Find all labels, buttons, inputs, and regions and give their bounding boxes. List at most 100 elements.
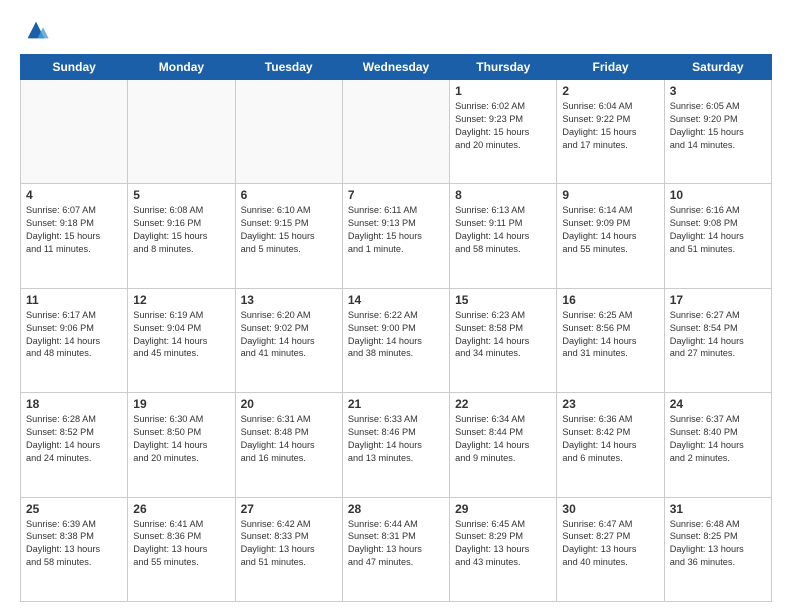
calendar-cell: 3 Sunrise: 6:05 AM Sunset: 9:20 PM Daylig… [664, 80, 771, 184]
calendar-cell: 20 Sunrise: 6:31 AM Sunset: 8:48 PM Dayli… [235, 393, 342, 497]
day-info: Sunrise: 6:14 AM Sunset: 9:09 PM Dayligh… [562, 204, 658, 256]
logo [20, 16, 50, 44]
day-info: Sunrise: 6:13 AM Sunset: 9:11 PM Dayligh… [455, 204, 551, 256]
calendar-week-row: 4 Sunrise: 6:07 AM Sunset: 9:18 PM Daylig… [21, 184, 772, 288]
calendar-cell: 21 Sunrise: 6:33 AM Sunset: 8:46 PM Dayli… [342, 393, 449, 497]
day-number: 13 [241, 293, 337, 307]
day-number: 29 [455, 502, 551, 516]
day-number: 11 [26, 293, 122, 307]
day-info: Sunrise: 6:27 AM Sunset: 8:54 PM Dayligh… [670, 309, 766, 361]
day-number: 3 [670, 84, 766, 98]
calendar-cell: 15 Sunrise: 6:23 AM Sunset: 8:58 PM Dayli… [450, 288, 557, 392]
day-info: Sunrise: 6:34 AM Sunset: 8:44 PM Dayligh… [455, 413, 551, 465]
calendar-table: SundayMondayTuesdayWednesdayThursdayFrid… [20, 54, 772, 602]
calendar-cell: 13 Sunrise: 6:20 AM Sunset: 9:02 PM Dayli… [235, 288, 342, 392]
day-number: 9 [562, 188, 658, 202]
calendar-cell: 19 Sunrise: 6:30 AM Sunset: 8:50 PM Dayli… [128, 393, 235, 497]
calendar-cell: 6 Sunrise: 6:10 AM Sunset: 9:15 PM Daylig… [235, 184, 342, 288]
calendar-cell: 31 Sunrise: 6:48 AM Sunset: 8:25 PM Dayli… [664, 497, 771, 601]
calendar-cell: 9 Sunrise: 6:14 AM Sunset: 9:09 PM Daylig… [557, 184, 664, 288]
day-number: 26 [133, 502, 229, 516]
calendar-cell: 16Sunrise: 6:25 AM Sunset: 8:56 PM Dayli… [557, 288, 664, 392]
calendar-cell [21, 80, 128, 184]
calendar-week-row: 11Sunrise: 6:17 AM Sunset: 9:06 PM Dayli… [21, 288, 772, 392]
day-info: Sunrise: 6:30 AM Sunset: 8:50 PM Dayligh… [133, 413, 229, 465]
day-number: 27 [241, 502, 337, 516]
calendar-cell: 2 Sunrise: 6:04 AM Sunset: 9:22 PM Daylig… [557, 80, 664, 184]
day-number: 6 [241, 188, 337, 202]
calendar-day-header: Tuesday [235, 55, 342, 80]
day-number: 28 [348, 502, 444, 516]
calendar-cell: 24 Sunrise: 6:37 AM Sunset: 8:40 PM Dayli… [664, 393, 771, 497]
calendar-cell: 4 Sunrise: 6:07 AM Sunset: 9:18 PM Daylig… [21, 184, 128, 288]
day-number: 22 [455, 397, 551, 411]
logo-icon [22, 16, 50, 44]
calendar-cell: 27 Sunrise: 6:42 AM Sunset: 8:33 PM Dayli… [235, 497, 342, 601]
day-info: Sunrise: 6:02 AM Sunset: 9:23 PM Dayligh… [455, 100, 551, 152]
calendar-cell: 11Sunrise: 6:17 AM Sunset: 9:06 PM Dayli… [21, 288, 128, 392]
day-number: 19 [133, 397, 229, 411]
calendar-cell: 7 Sunrise: 6:11 AM Sunset: 9:13 PM Daylig… [342, 184, 449, 288]
day-number: 1 [455, 84, 551, 98]
day-number: 12 [133, 293, 229, 307]
day-number: 23 [562, 397, 658, 411]
calendar-cell: 25 Sunrise: 6:39 AM Sunset: 8:38 PM Dayli… [21, 497, 128, 601]
day-info: Sunrise: 6:16 AM Sunset: 9:08 PM Dayligh… [670, 204, 766, 256]
day-number: 30 [562, 502, 658, 516]
day-number: 31 [670, 502, 766, 516]
day-info: Sunrise: 6:37 AM Sunset: 8:40 PM Dayligh… [670, 413, 766, 465]
calendar-cell: 29 Sunrise: 6:45 AM Sunset: 8:29 PM Dayli… [450, 497, 557, 601]
day-number: 4 [26, 188, 122, 202]
calendar-cell: 30 Sunrise: 6:47 AM Sunset: 8:27 PM Dayli… [557, 497, 664, 601]
day-info: Sunrise: 6:23 AM Sunset: 8:58 PM Dayligh… [455, 309, 551, 361]
calendar-cell: 22 Sunrise: 6:34 AM Sunset: 8:44 PM Dayli… [450, 393, 557, 497]
day-info: Sunrise: 6:28 AM Sunset: 8:52 PM Dayligh… [26, 413, 122, 465]
calendar-week-row: 1 Sunrise: 6:02 AM Sunset: 9:23 PM Daylig… [21, 80, 772, 184]
calendar-cell: 14Sunrise: 6:22 AM Sunset: 9:00 PM Dayli… [342, 288, 449, 392]
day-info: Sunrise: 6:31 AM Sunset: 8:48 PM Dayligh… [241, 413, 337, 465]
day-number: 2 [562, 84, 658, 98]
calendar-cell: 17Sunrise: 6:27 AM Sunset: 8:54 PM Dayli… [664, 288, 771, 392]
day-info: Sunrise: 6:11 AM Sunset: 9:13 PM Dayligh… [348, 204, 444, 256]
calendar-week-row: 18 Sunrise: 6:28 AM Sunset: 8:52 PM Dayli… [21, 393, 772, 497]
calendar-cell [128, 80, 235, 184]
calendar-cell [235, 80, 342, 184]
day-info: Sunrise: 6:04 AM Sunset: 9:22 PM Dayligh… [562, 100, 658, 152]
calendar-day-header: Friday [557, 55, 664, 80]
day-number: 15 [455, 293, 551, 307]
calendar-cell: 26 Sunrise: 6:41 AM Sunset: 8:36 PM Dayli… [128, 497, 235, 601]
day-number: 18 [26, 397, 122, 411]
day-info: Sunrise: 6:10 AM Sunset: 9:15 PM Dayligh… [241, 204, 337, 256]
calendar-header-row: SundayMondayTuesdayWednesdayThursdayFrid… [21, 55, 772, 80]
calendar-cell: 8 Sunrise: 6:13 AM Sunset: 9:11 PM Daylig… [450, 184, 557, 288]
day-info: Sunrise: 6:33 AM Sunset: 8:46 PM Dayligh… [348, 413, 444, 465]
calendar-cell: 1 Sunrise: 6:02 AM Sunset: 9:23 PM Daylig… [450, 80, 557, 184]
day-info: Sunrise: 6:20 AM Sunset: 9:02 PM Dayligh… [241, 309, 337, 361]
day-number: 21 [348, 397, 444, 411]
day-info: Sunrise: 6:19 AM Sunset: 9:04 PM Dayligh… [133, 309, 229, 361]
day-number: 24 [670, 397, 766, 411]
calendar-cell: 12 Sunrise: 6:19 AM Sunset: 9:04 PM Dayli… [128, 288, 235, 392]
day-info: Sunrise: 6:41 AM Sunset: 8:36 PM Dayligh… [133, 518, 229, 570]
day-info: Sunrise: 6:44 AM Sunset: 8:31 PM Dayligh… [348, 518, 444, 570]
day-number: 5 [133, 188, 229, 202]
day-number: 20 [241, 397, 337, 411]
day-info: Sunrise: 6:08 AM Sunset: 9:16 PM Dayligh… [133, 204, 229, 256]
calendar-cell: 18 Sunrise: 6:28 AM Sunset: 8:52 PM Dayli… [21, 393, 128, 497]
day-info: Sunrise: 6:07 AM Sunset: 9:18 PM Dayligh… [26, 204, 122, 256]
calendar-cell: 23Sunrise: 6:36 AM Sunset: 8:42 PM Dayli… [557, 393, 664, 497]
day-info: Sunrise: 6:45 AM Sunset: 8:29 PM Dayligh… [455, 518, 551, 570]
day-number: 8 [455, 188, 551, 202]
calendar-day-header: Wednesday [342, 55, 449, 80]
calendar-day-header: Thursday [450, 55, 557, 80]
day-info: Sunrise: 6:48 AM Sunset: 8:25 PM Dayligh… [670, 518, 766, 570]
calendar-cell: 10Sunrise: 6:16 AM Sunset: 9:08 PM Dayli… [664, 184, 771, 288]
day-number: 7 [348, 188, 444, 202]
day-info: Sunrise: 6:39 AM Sunset: 8:38 PM Dayligh… [26, 518, 122, 570]
header [20, 16, 772, 44]
day-info: Sunrise: 6:47 AM Sunset: 8:27 PM Dayligh… [562, 518, 658, 570]
day-info: Sunrise: 6:05 AM Sunset: 9:20 PM Dayligh… [670, 100, 766, 152]
day-number: 25 [26, 502, 122, 516]
day-info: Sunrise: 6:42 AM Sunset: 8:33 PM Dayligh… [241, 518, 337, 570]
calendar-cell: 28 Sunrise: 6:44 AM Sunset: 8:31 PM Dayli… [342, 497, 449, 601]
